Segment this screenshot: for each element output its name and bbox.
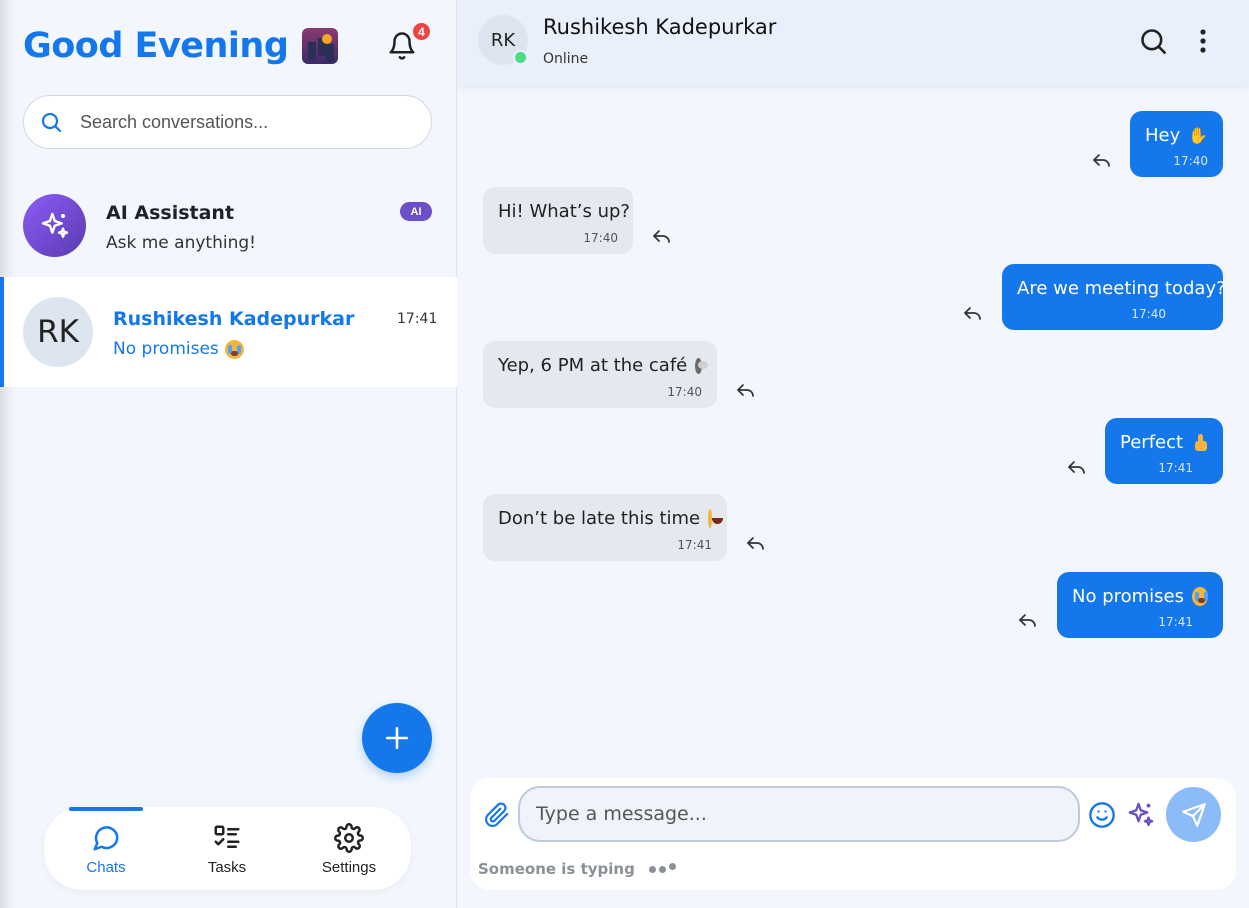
reply-icon[interactable] xyxy=(1018,612,1038,628)
greeting-text: Good Evening xyxy=(23,26,289,66)
more-vertical-icon[interactable] xyxy=(1193,27,1213,55)
message-text: Are we meeting today? xyxy=(1017,278,1226,299)
notification-count-badge: 4 xyxy=(411,21,432,42)
conversation-name: AI Assistant xyxy=(106,202,235,224)
search-icon[interactable] xyxy=(1139,27,1167,55)
message-time: 17:40 xyxy=(667,385,702,399)
crying-face-icon xyxy=(1192,587,1208,606)
message-bubble-incoming[interactable]: Hi! What’s up? 17:40 xyxy=(483,187,633,254)
ai-avatar xyxy=(23,194,86,257)
nav-label: Settings xyxy=(321,859,377,876)
waving-hand-icon: ✋ xyxy=(1188,126,1209,145)
paperclip-icon[interactable] xyxy=(484,802,510,828)
message-text: Hi! What’s up? xyxy=(498,201,630,222)
message-input[interactable] xyxy=(518,786,1080,842)
reply-icon[interactable] xyxy=(746,535,766,551)
crying-face-icon xyxy=(224,339,244,359)
message-bubble-outgoing[interactable]: Perfect 17:41 xyxy=(1105,418,1223,484)
message-time: 17:41 xyxy=(1158,461,1193,475)
smiley-icon[interactable] xyxy=(1088,801,1116,829)
message-composer: Someone is typing xyxy=(470,778,1236,890)
nav-settings[interactable]: Settings xyxy=(299,823,399,876)
gear-icon xyxy=(334,823,364,853)
message-text: Hey xyxy=(1145,125,1181,146)
reply-icon[interactable] xyxy=(652,228,672,244)
sidebar-edge-shadow xyxy=(0,0,14,908)
conversation-ai-assistant[interactable]: AI Assistant Ask me anything! AI xyxy=(0,167,457,277)
message-text: Perfect xyxy=(1120,432,1184,453)
greeting-heading: Good Evening xyxy=(23,26,339,66)
reply-icon[interactable] xyxy=(736,382,756,398)
chat-panel: RK Rushikesh Kadepurkar Online Hey ✋ 17:4… xyxy=(458,0,1249,908)
reply-icon[interactable] xyxy=(1092,152,1112,168)
conversation-preview-text: No promises xyxy=(113,339,219,359)
contact-status: Online xyxy=(543,51,589,67)
tasks-list-icon xyxy=(214,825,240,848)
new-chat-button[interactable] xyxy=(362,703,432,773)
message-text: No promises xyxy=(1072,586,1185,607)
message-text: Yep, 6 PM at the café xyxy=(498,355,688,376)
laughing-face-icon xyxy=(708,509,723,528)
message-bubble-incoming[interactable]: Don’t be late this time 17:41 xyxy=(483,494,727,561)
message-time: 17:40 xyxy=(1173,154,1208,168)
conversation-rushikesh[interactable]: RK Rushikesh Kadepurkar No promises 17:4… xyxy=(0,277,457,387)
online-status-dot xyxy=(513,50,528,65)
message-text: Don’t be late this time xyxy=(498,508,701,529)
contact-name[interactable]: Rushikesh Kadepurkar xyxy=(543,15,776,39)
send-button[interactable] xyxy=(1166,787,1221,842)
message-time: 17:41 xyxy=(677,538,712,552)
sidebar: Good Evening 4 AI Assistant Ask me anyth… xyxy=(0,0,457,908)
message-bubble-outgoing[interactable]: Hey ✋ 17:40 xyxy=(1130,111,1223,177)
message-bubble-incoming[interactable]: Yep, 6 PM at the café 17:40 xyxy=(483,341,717,408)
search-icon xyxy=(41,112,62,133)
chat-bubble-icon xyxy=(93,826,119,851)
active-tab-indicator xyxy=(69,807,143,811)
ai-badge: AI xyxy=(400,202,432,221)
message-time: 17:40 xyxy=(1131,307,1166,321)
thumbs-up-icon xyxy=(1191,433,1208,452)
typing-text: Someone is typing xyxy=(478,860,635,878)
conversation-preview: Ask me anything! xyxy=(106,233,256,253)
message-bubble-outgoing[interactable]: No promises 17:41 xyxy=(1057,572,1223,638)
avatar: RK xyxy=(23,297,93,367)
coffee-icon xyxy=(695,357,708,374)
chat-header: RK Rushikesh Kadepurkar Online xyxy=(458,0,1249,86)
typing-dots-icon xyxy=(648,862,676,873)
ai-sparkle-icon[interactable] xyxy=(1126,800,1156,830)
reply-icon[interactable] xyxy=(1067,459,1087,475)
bottom-nav: Chats Tasks Settings xyxy=(44,807,411,890)
search-box[interactable] xyxy=(23,95,432,149)
nav-tasks[interactable]: Tasks xyxy=(177,823,277,876)
conversation-name: Rushikesh Kadepurkar xyxy=(113,308,355,330)
message-bubble-outgoing[interactable]: Are we meeting today? 17:40 xyxy=(1002,264,1226,330)
reply-icon[interactable] xyxy=(963,305,983,321)
message-time: 17:41 xyxy=(1158,615,1193,629)
nav-label: Chats xyxy=(86,859,126,876)
typing-indicator: Someone is typing xyxy=(478,860,676,878)
conversation-preview: No promises xyxy=(113,339,244,359)
sparkle-icon xyxy=(41,212,68,238)
conversation-time: 17:41 xyxy=(397,311,438,327)
search-input[interactable] xyxy=(80,111,380,133)
nav-label: Tasks xyxy=(207,859,247,876)
night-city-icon xyxy=(302,28,339,64)
plus-icon xyxy=(385,726,409,750)
send-icon xyxy=(1181,802,1206,827)
message-time: 17:40 xyxy=(583,231,618,245)
nav-chats[interactable]: Chats xyxy=(56,823,156,876)
